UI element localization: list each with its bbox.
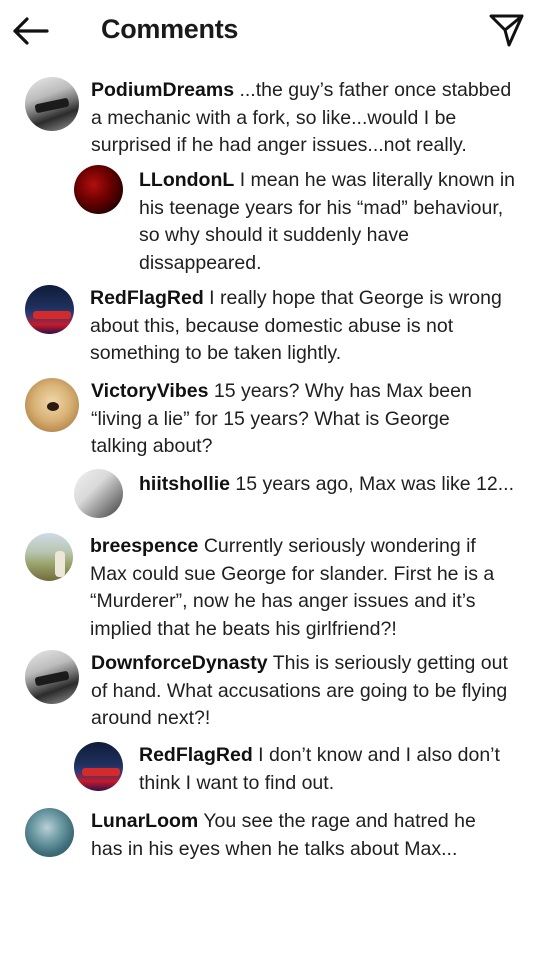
comment: VictoryVibes 15 years? Why has Max been …	[25, 378, 520, 464]
comment-body: 15 years ago, Max was like 12...	[230, 473, 514, 495]
comment-username[interactable]: LLondonL	[139, 169, 234, 191]
avatar[interactable]	[25, 378, 79, 432]
comment-username[interactable]: breespence	[90, 535, 198, 557]
comment-text: VictoryVibes 15 years? Why has Max been …	[91, 378, 511, 461]
comment-text: RedFlagRed I don’t know and I also don’t…	[139, 742, 517, 797]
comment-username[interactable]: LunarLoom	[91, 810, 198, 832]
paper-plane-icon[interactable]	[486, 10, 526, 50]
comment-text: LLondonL I mean he was literally known i…	[139, 167, 519, 277]
comment-text: hiitshollie 15 years ago, Max was like 1…	[139, 471, 514, 499]
avatar[interactable]	[25, 808, 74, 857]
comment-username[interactable]: DownforceDynasty	[91, 652, 268, 674]
comment-text: DownforceDynasty This is seriously getti…	[91, 650, 511, 733]
reply-comment: LLondonL I mean he was literally known i…	[74, 165, 520, 277]
reply-comment: RedFlagRed I don’t know and I also don’t…	[74, 742, 520, 800]
avatar[interactable]	[74, 165, 123, 214]
avatar[interactable]	[74, 469, 123, 518]
comment-text: PodiumDreams ...the guy’s father once st…	[91, 77, 519, 160]
comment: RedFlagRed I really hope that George is …	[25, 285, 520, 371]
comment-username[interactable]: hiitshollie	[139, 473, 230, 495]
comment: PodiumDreams ...the guy’s father once st…	[25, 77, 520, 163]
page-title: Comments	[101, 14, 239, 44]
header: Comments	[0, 0, 540, 62]
comment-username[interactable]: PodiumDreams	[91, 79, 234, 101]
comment-username[interactable]: RedFlagRed	[90, 287, 204, 309]
avatar[interactable]	[25, 533, 73, 581]
comment-text: breespence Currently seriously wondering…	[90, 533, 515, 643]
comment: DownforceDynasty This is seriously getti…	[25, 650, 520, 736]
reply-comment: hiitshollie 15 years ago, Max was like 1…	[74, 469, 520, 527]
avatar[interactable]	[25, 650, 79, 704]
comment-text: LunarLoom You see the rage and hatred he…	[91, 808, 496, 863]
avatar[interactable]	[25, 285, 74, 334]
arrow-left-icon[interactable]	[10, 14, 50, 48]
comment-username[interactable]: RedFlagRed	[139, 744, 253, 766]
avatar[interactable]	[25, 77, 79, 131]
comment: LunarLoom You see the rage and hatred he…	[25, 808, 520, 868]
avatar[interactable]	[74, 742, 123, 791]
comment-text: RedFlagRed I really hope that George is …	[90, 285, 520, 368]
comment-username[interactable]: VictoryVibes	[91, 380, 208, 402]
comment: breespence Currently seriously wondering…	[25, 533, 520, 645]
